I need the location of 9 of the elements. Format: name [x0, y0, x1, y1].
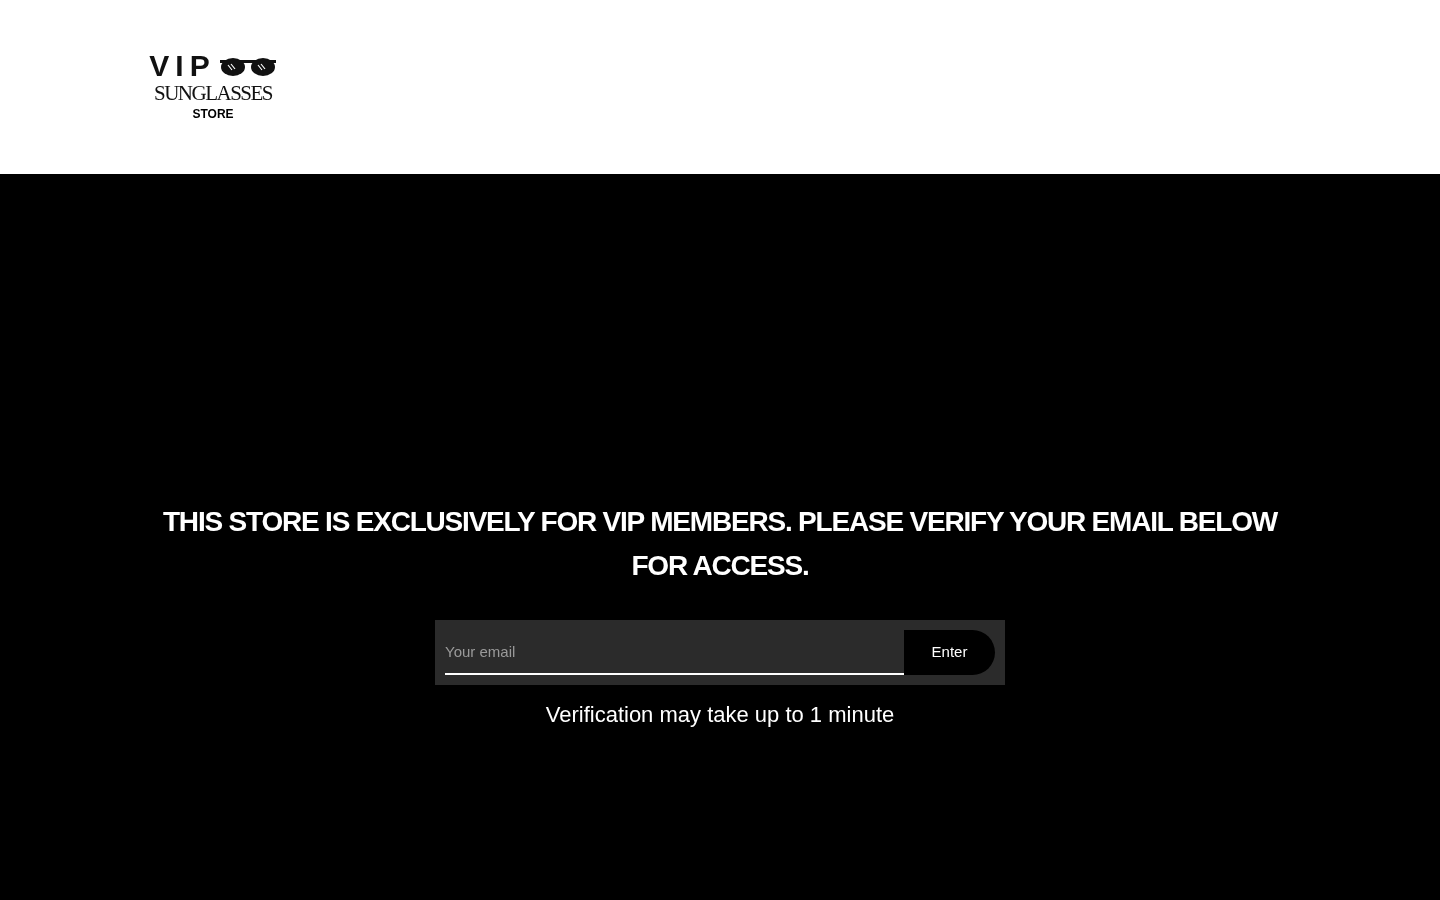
sunglasses-icon — [218, 55, 277, 77]
logo-text: STORE — [192, 106, 234, 122]
verification-note: Verification may take up to 1 minute — [545, 702, 895, 728]
email-form[interactable]: Your email Enter — [435, 620, 1005, 685]
heading: THIS STORE IS EXCLUSIVELY FOR VIP MEMBERS. PLEASE VERIFY YOUR EMAIL BELOW FOR ACCESS. — [161, 505, 1279, 583]
store-logo[interactable]: VIP SUNGLASSES STORE — [142, 50, 284, 122]
logo-text: VIP — [149, 50, 216, 82]
logo-text: SUNGLASSES — [153, 82, 272, 104]
enter-button[interactable]: Enter — [904, 630, 995, 675]
